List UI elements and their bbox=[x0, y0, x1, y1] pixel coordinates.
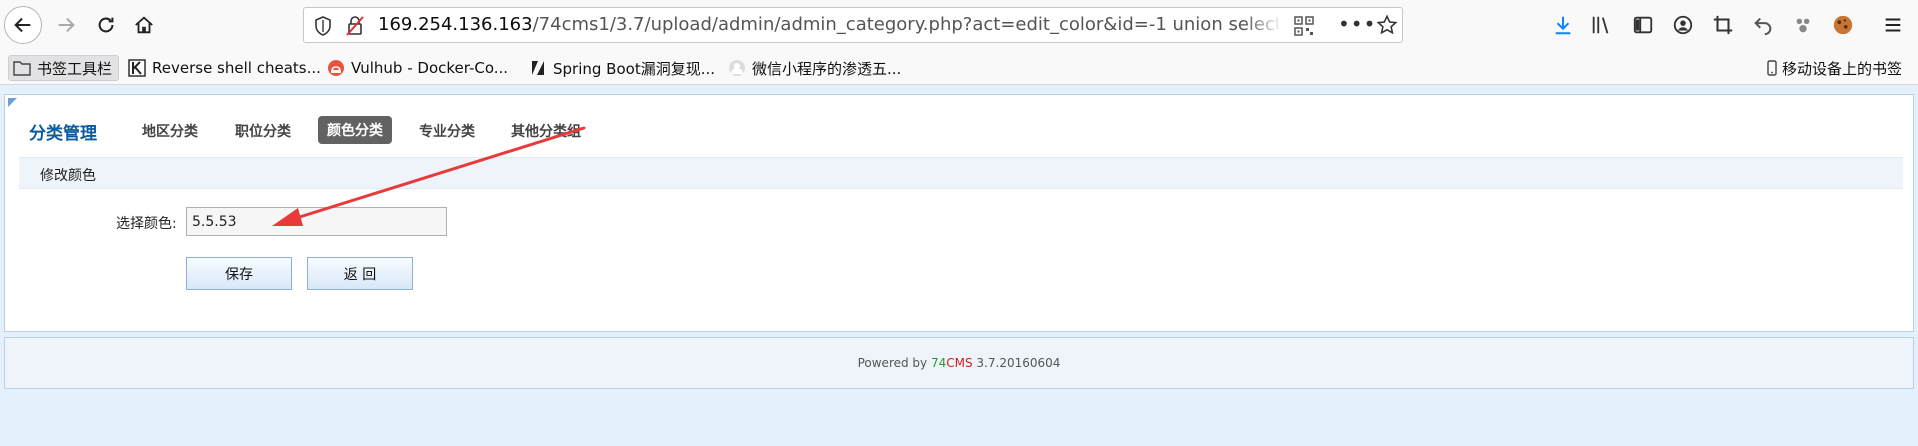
bookmark-label: Reverse shell cheats... bbox=[152, 59, 321, 77]
section-title: 修改颜色 bbox=[40, 168, 96, 184]
download-icon[interactable] bbox=[1550, 12, 1576, 38]
tab-other-groups[interactable]: 其他分类组 bbox=[511, 121, 581, 141]
home-button[interactable] bbox=[126, 7, 162, 43]
back-button-form[interactable]: 返 回 bbox=[307, 257, 413, 290]
bookmarks-bar: 书签工具栏 Reverse shell cheats... Vulhub - D… bbox=[0, 51, 1918, 85]
forward-button[interactable] bbox=[48, 7, 84, 43]
page-content: 分类管理 地区分类 职位分类 颜色分类 专业分类 其他分类组 修改颜色 选择颜色… bbox=[0, 86, 1918, 446]
browser-toolbar: 169.254.136.163/74cms1/3.7/upload/admin/… bbox=[0, 0, 1918, 51]
bookmark-label: 书签工具栏 bbox=[37, 59, 113, 78]
url-bar[interactable]: 169.254.136.163/74cms1/3.7/upload/admin/… bbox=[303, 7, 1403, 43]
qr-code-icon[interactable] bbox=[1294, 16, 1314, 40]
forward-arrow-icon bbox=[58, 17, 75, 33]
avatar-icon bbox=[728, 59, 746, 77]
sidebar-icon[interactable] bbox=[1630, 12, 1656, 38]
back-arrow-icon bbox=[14, 17, 31, 33]
bookmark-spring-boot[interactable]: Spring Boot漏洞复现... bbox=[529, 57, 715, 79]
bookmark-label: 微信小程序的渗透五... bbox=[752, 59, 902, 78]
undo-icon[interactable] bbox=[1750, 12, 1776, 38]
bookmark-vulhub[interactable]: Vulhub - Docker-Co... bbox=[327, 57, 508, 79]
tab-major[interactable]: 专业分类 bbox=[419, 121, 475, 141]
tab-color[interactable]: 颜色分类 bbox=[318, 116, 392, 144]
home-icon bbox=[135, 16, 153, 34]
insecure-lock-icon[interactable] bbox=[346, 16, 364, 40]
footer-brand-74: 74 bbox=[930, 356, 947, 370]
account-icon[interactable] bbox=[1670, 12, 1696, 38]
extension-icon[interactable] bbox=[1790, 12, 1816, 38]
url-fade bbox=[1244, 10, 1284, 40]
k-logo-icon bbox=[128, 59, 146, 77]
library-icon[interactable] bbox=[1588, 12, 1614, 38]
bookmark-label: Vulhub - Docker-Co... bbox=[351, 59, 509, 77]
crop-screenshot-icon[interactable] bbox=[1710, 12, 1736, 38]
footer-text: Powered by 74CMS 3.7.20160604 bbox=[5, 356, 1913, 370]
bookmark-star-icon[interactable] bbox=[1376, 14, 1398, 40]
folder-icon bbox=[13, 59, 31, 77]
slash-logo-icon bbox=[529, 59, 547, 77]
color-field-label: 选择颜色: bbox=[116, 216, 177, 232]
bookmark-toolbar-folder[interactable]: 书签工具栏 bbox=[8, 55, 120, 81]
footer-version: 3.7.20160604 bbox=[972, 356, 1061, 370]
tab-region[interactable]: 地区分类 bbox=[142, 121, 198, 141]
reload-button[interactable] bbox=[88, 7, 124, 43]
url-path: /74cms1/3.7/upload/admin/admin_category.… bbox=[532, 15, 1278, 35]
page-actions-more-icon[interactable]: ••• bbox=[1338, 12, 1376, 36]
page-title: 分类管理 bbox=[29, 124, 97, 144]
save-button[interactable]: 保存 bbox=[186, 257, 292, 290]
bookmark-mobile[interactable]: 移动设备上的书签 bbox=[1766, 57, 1902, 79]
tab-job[interactable]: 职位分类 bbox=[235, 121, 291, 141]
mobile-phone-icon bbox=[1766, 59, 1778, 77]
menu-icon[interactable] bbox=[1880, 12, 1906, 38]
url-text[interactable]: 169.254.136.163/74cms1/3.7/upload/admin/… bbox=[378, 15, 1278, 35]
bookmark-wechat-miniprogram[interactable]: 微信小程序的渗透五... bbox=[728, 57, 901, 79]
footer: Powered by 74CMS 3.7.20160604 bbox=[4, 337, 1914, 389]
back-button[interactable] bbox=[4, 6, 42, 44]
footer-prefix: Powered by bbox=[857, 356, 931, 370]
cookie-extension-icon[interactable] bbox=[1830, 12, 1856, 38]
color-input[interactable] bbox=[186, 207, 447, 236]
bookmark-label: 移动设备上的书签 bbox=[1782, 59, 1903, 78]
section-header: 修改颜色 bbox=[19, 157, 1903, 189]
bookmark-reverse-shell[interactable]: Reverse shell cheats... bbox=[128, 57, 321, 79]
bookmark-label: Spring Boot漏洞复现... bbox=[553, 59, 716, 78]
category-panel: 分类管理 地区分类 职位分类 颜色分类 专业分类 其他分类组 修改颜色 选择颜色… bbox=[4, 94, 1914, 332]
footer-brand-cms: CMS bbox=[946, 356, 973, 370]
tracking-shield-icon[interactable] bbox=[314, 16, 332, 40]
vulhub-logo-icon bbox=[327, 59, 345, 77]
url-host: 169.254.136.163 bbox=[378, 15, 533, 35]
corner-mark bbox=[8, 98, 17, 107]
reload-icon bbox=[98, 17, 114, 33]
